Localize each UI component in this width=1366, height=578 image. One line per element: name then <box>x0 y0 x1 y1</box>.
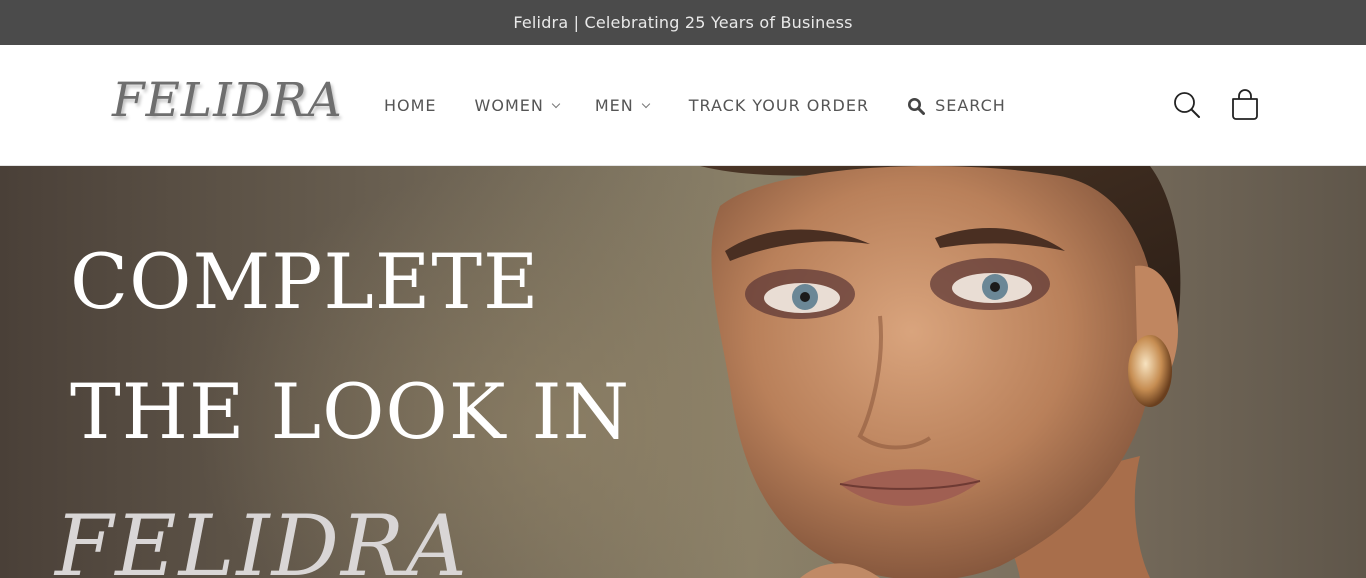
model-portrait-image <box>700 166 1181 578</box>
main-nav: HOME WOMEN MEN TRACK YOUR ORDER SEARCH <box>384 45 1006 166</box>
site-header: FELIDRA HOME WOMEN MEN TRACK YOUR ORDER … <box>0 45 1366 166</box>
nav-men-menu[interactable]: MEN <box>594 96 650 115</box>
nav-women-menu[interactable]: WOMEN <box>474 96 561 115</box>
chevron-down-icon <box>641 99 650 109</box>
nav-track-order-label: TRACK YOUR ORDER <box>688 96 870 115</box>
hero-brand-text: FELIDRA <box>55 497 469 578</box>
nav-home-label: HOME <box>384 96 437 115</box>
announcement-text: Felidra | Celebrating 25 Years of Busine… <box>513 13 853 32</box>
chevron-down-icon <box>551 99 561 109</box>
nav-track-order-link[interactable]: TRACK YOUR ORDER <box>689 96 869 115</box>
nav-home-link[interactable]: HOME <box>384 96 437 115</box>
announcement-bar: Felidra | Celebrating 25 Years of Busine… <box>0 0 1366 45</box>
hero-heading-line1: COMPLETE <box>70 237 540 326</box>
nav-search-link[interactable]: SEARCH <box>907 96 1006 115</box>
hero-banner[interactable]: COMPLETE THE LOOK IN FELIDRA <box>0 166 1366 578</box>
nav-women-label: WOMEN <box>474 96 544 115</box>
hero-heading-line2: THE LOOK IN <box>70 367 631 456</box>
cart-icon[interactable] <box>1229 88 1261 122</box>
search-icon[interactable] <box>1172 90 1202 120</box>
search-icon <box>907 97 926 115</box>
nav-men-label: MEN <box>594 96 634 115</box>
nav-search-label: SEARCH <box>935 96 1006 115</box>
site-logo[interactable]: FELIDRA <box>112 73 343 129</box>
